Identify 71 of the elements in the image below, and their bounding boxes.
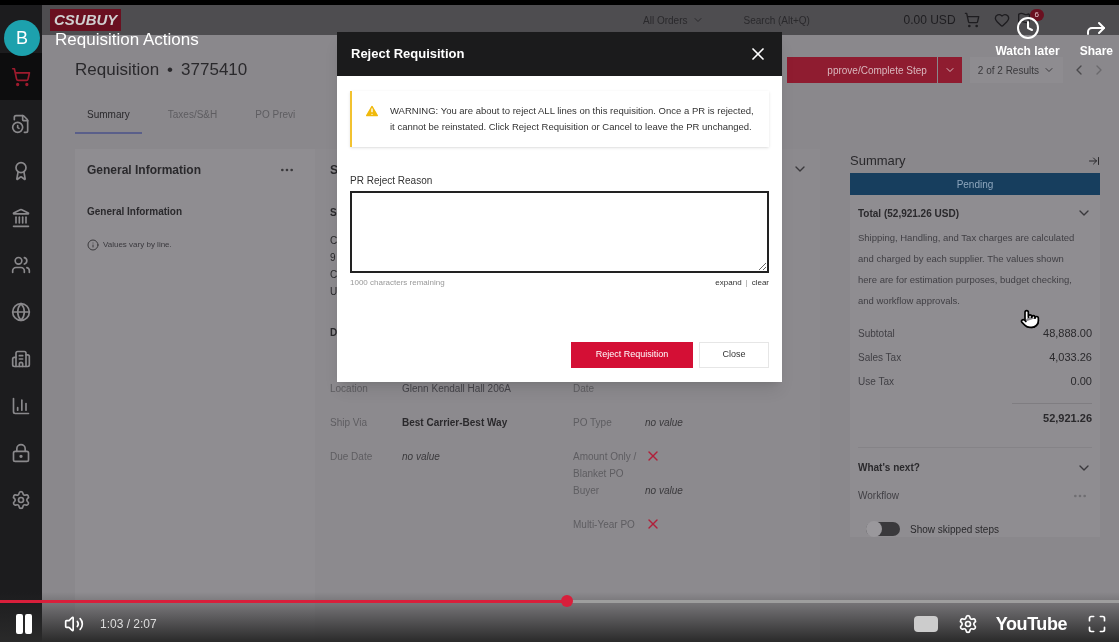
tab[interactable]: Summary (75, 105, 142, 134)
collapse-icon[interactable] (1088, 155, 1100, 167)
bank-icon (11, 207, 31, 228)
address-line: C (330, 268, 338, 282)
tax-note: Shipping, Handling, and Tax charges are calculated and charged by each supplier. The values shown here are for estimation purposes, budget checking, and workflow approvals. (858, 231, 1076, 308)
progress-track[interactable] (0, 595, 1119, 607)
cart-icon (11, 66, 31, 87)
clear-link[interactable]: clear (751, 277, 769, 289)
clock-icon (1015, 16, 1040, 40)
amount-label: Use Tax (858, 374, 894, 389)
share-button[interactable]: Share (1079, 16, 1113, 60)
lock-icon (11, 442, 31, 463)
settings-icon (11, 489, 31, 510)
page-title: Requisition (75, 59, 160, 82)
address-line: C (330, 234, 338, 248)
globe-icon (11, 301, 31, 322)
info-icon (87, 239, 99, 251)
link-separator: | (745, 277, 748, 289)
card-title: General Information (87, 162, 202, 179)
approve-button[interactable]: pprove/Complete Step (787, 57, 937, 83)
grand-total: 52,921.26 (1043, 412, 1092, 424)
note-text: Values vary by line. (103, 239, 172, 251)
warning-text: WARNING: You are about to reject ALL lines on this requisition. Once a PR is rejected, it cannot be reinstated. Click Reject Requisition or Cancel to leave the PR unchanged. (390, 104, 755, 134)
card-title: S (330, 162, 338, 179)
close-button[interactable]: Close (699, 342, 769, 368)
document-clock-icon (11, 113, 31, 134)
section-heading: D (330, 326, 338, 340)
toggle-switch[interactable] (866, 522, 900, 536)
bar-chart-icon (11, 395, 31, 416)
expand-link[interactable]: expand (715, 277, 742, 289)
captions-icon[interactable] (913, 616, 938, 632)
field-label: PR Reject Reason (350, 174, 434, 188)
approve-menu-button[interactable] (937, 57, 962, 83)
field-value: no value (645, 485, 683, 496)
dialog-title: Reject Requisition (351, 45, 465, 64)
people-icon (11, 254, 31, 275)
settings-icon[interactable] (957, 614, 978, 634)
requisition-number: 3775410 (181, 59, 248, 82)
app-logo: CSUBUY (50, 8, 122, 32)
address-line: U (330, 285, 338, 299)
amount-label: Subtotal (858, 326, 895, 341)
volume-icon[interactable] (64, 614, 84, 634)
field-value: no value (645, 417, 683, 428)
sidebar-item[interactable] (0, 53, 42, 100)
workflow-label: Workflow (858, 489, 899, 503)
fullscreen-icon[interactable] (1087, 614, 1107, 634)
building-icon (11, 348, 31, 369)
field-value: Glenn Kendall Hall 206A (402, 383, 511, 394)
toggle-label: Show skipped steps (910, 522, 999, 537)
amount-value: 4,033.26 (1049, 349, 1092, 365)
status-banner: Pending (850, 173, 1100, 195)
section-heading: S (330, 206, 337, 220)
reason-field[interactable] (350, 191, 769, 273)
field-value: no value (402, 451, 440, 462)
youtube-logo[interactable]: YouTube (995, 610, 1067, 638)
section-heading: General Information (87, 205, 183, 219)
results-dropdown[interactable]: 2 of 2 Results (969, 57, 1063, 83)
total-heading: Total (52,921.26 USD) (858, 206, 959, 221)
warning-icon (364, 103, 380, 119)
reject-button[interactable]: Reject Requisition (571, 342, 693, 368)
amount-value: 48,888.00 (1043, 325, 1092, 341)
character-counter: 1000 characters remaining (350, 277, 445, 289)
panel-title: Summary (850, 152, 906, 171)
amount-value: 0.00 (1070, 373, 1092, 389)
hand-cursor-icon (1020, 309, 1040, 329)
amount-label: Sales Tax (858, 350, 902, 365)
time-display: 1:03 / 2:07 (100, 616, 157, 633)
address-line: 9 (330, 251, 336, 265)
field-value: Best Carrier-Best Way (402, 417, 508, 428)
section-heading: What's next? (858, 461, 920, 475)
title-separator: • (167, 59, 174, 82)
